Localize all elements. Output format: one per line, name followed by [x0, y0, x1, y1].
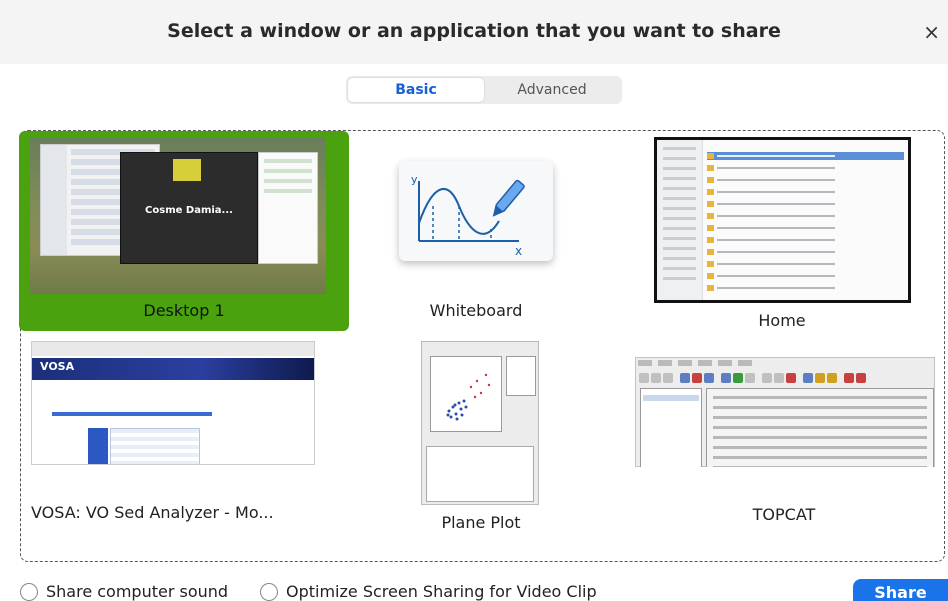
tab-advanced[interactable]: Advanced: [484, 78, 620, 102]
share-sound-checkbox[interactable]: [20, 582, 38, 601]
tab-basic[interactable]: Basic: [348, 78, 484, 102]
plane-plot-thumbnail: [421, 341, 539, 505]
optimize-video-checkbox[interactable]: [260, 582, 278, 601]
tile-label-home: Home: [758, 311, 806, 330]
optimize-video-label: Optimize Screen Sharing for Video Clip: [286, 582, 597, 601]
tile-whiteboard[interactable]: y x Whiteboard: [366, 131, 586, 331]
tile-desktop-1[interactable]: Cosme Damia... Desktop 1: [19, 131, 349, 331]
close-icon[interactable]: ×: [923, 20, 940, 44]
tile-home[interactable]: Home: [651, 131, 913, 343]
topcat-thumbnail: [635, 357, 935, 467]
svg-text:y: y: [411, 173, 418, 186]
optimize-video-option[interactable]: Optimize Screen Sharing for Video Clip: [260, 582, 597, 601]
share-sound-option[interactable]: Share computer sound: [20, 582, 228, 601]
bottom-bar: Share computer sound Optimize Screen Sha…: [0, 576, 948, 601]
home-thumbnail: [654, 137, 911, 303]
vosa-logo-text: VOSA: [40, 360, 75, 373]
svg-text:x: x: [515, 244, 522, 258]
vosa-thumbnail: VOSA: [31, 341, 315, 465]
share-options-grid: Cosme Damia... Desktop 1 y x Whiteboard …: [19, 130, 945, 562]
tile-plane-plot[interactable]: Plane Plot: [401, 341, 561, 551]
share-button[interactable]: Share: [853, 579, 948, 601]
share-sound-label: Share computer sound: [46, 582, 229, 601]
tile-label-plane-plot: Plane Plot: [441, 513, 521, 532]
desktop-call-participant-name: Cosme Damia...: [145, 205, 233, 216]
tile-label-topcat: TOPCAT: [752, 505, 816, 524]
desktop-thumbnail: Cosme Damia...: [30, 138, 326, 294]
whiteboard-graph-icon: y x: [399, 161, 559, 271]
tile-label-whiteboard: Whiteboard: [429, 301, 523, 320]
tab-bar: Basic Advanced: [346, 76, 622, 104]
tile-vosa[interactable]: VOSA VOSA: VO Sed Analyzer - Mo...: [25, 341, 331, 541]
tile-label-desktop-1: Desktop 1: [143, 301, 225, 320]
dialog-titlebar: Select a window or an application that y…: [0, 0, 948, 64]
dialog-title: Select a window or an application that y…: [167, 20, 781, 42]
tile-label-vosa: VOSA: VO Sed Analyzer - Mo...: [31, 503, 274, 522]
tile-topcat[interactable]: TOPCAT: [629, 353, 939, 543]
